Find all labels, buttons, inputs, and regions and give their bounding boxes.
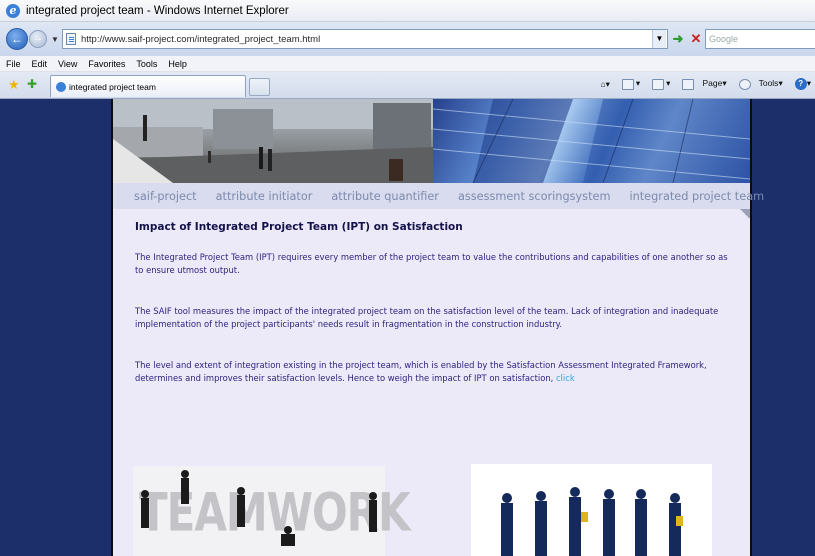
article: Impact of Integrated Project Team (IPT) …	[135, 221, 731, 413]
menu-bar: File Edit View Favorites Tools Help	[0, 56, 815, 72]
tools-menu-label: Tools	[758, 78, 779, 89]
site-nav: saif-project attribute initiator attribu…	[113, 183, 764, 209]
site-container: saif-project attribute initiator attribu…	[111, 99, 764, 556]
ie-logo-icon: e	[6, 3, 20, 18]
feeds-icon[interactable]: ▾	[616, 78, 640, 90]
menu-edit[interactable]: Edit	[32, 59, 48, 69]
help-menu[interactable]: ? ▾	[789, 78, 811, 90]
tab-integrated-project-team[interactable]: integrated project team	[50, 75, 246, 97]
menu-file[interactable]: File	[6, 59, 21, 69]
history-dropdown-icon[interactable]: ▼	[51, 35, 59, 44]
add-favorite-icon[interactable]: ✚	[27, 77, 37, 91]
click-link[interactable]: click	[556, 373, 575, 383]
tools-menu[interactable]: Tools▾	[733, 78, 783, 90]
paragraph-1: The Integrated Project Team (IPT) requir…	[135, 252, 728, 275]
teamwork-image: TEAMWORK	[133, 466, 411, 556]
go-icon[interactable]: ➜	[670, 30, 686, 48]
address-dropdown-icon[interactable]: ▼	[652, 30, 666, 48]
new-tab-button[interactable]	[249, 78, 270, 96]
nav-integrated-project-team[interactable]: integrated project team	[629, 190, 764, 203]
building-photo-art	[432, 99, 750, 183]
page-viewport: saif-project attribute initiator attribu…	[0, 99, 815, 556]
nav-assessment-scoringsystem[interactable]: assessment scoringsystem	[458, 190, 611, 203]
paragraph-3: The level and extent of integration exis…	[135, 359, 731, 385]
menu-favorites[interactable]: Favorites	[88, 59, 125, 69]
teamwork-figures	[141, 470, 377, 546]
window-title: integrated project team - Windows Intern…	[26, 4, 289, 17]
tab-row: ★ ✚ integrated project team ⌂▾ ▾ ▾ Page▾…	[0, 72, 815, 99]
menu-tools[interactable]: Tools	[136, 59, 157, 69]
print-icon[interactable]: ▾	[646, 78, 670, 90]
page-title: Impact of Integrated Project Team (IPT) …	[135, 221, 463, 233]
paragraph-2: The SAIF tool measures the impact of the…	[135, 306, 719, 329]
building-photo	[432, 99, 750, 183]
back-button[interactable]: ←	[6, 28, 28, 50]
plaza-photo-art	[113, 99, 433, 183]
paragraph-3-text: The level and extent of integration exis…	[135, 360, 707, 383]
page-menu-label: Page	[702, 78, 723, 89]
home-icon[interactable]: ⌂▾	[600, 79, 609, 90]
page-menu[interactable]: Page▾	[676, 78, 727, 90]
stop-icon[interactable]: ✕	[688, 30, 704, 48]
forward-button[interactable]: →	[29, 30, 47, 48]
nav-attribute-quantifier[interactable]: attribute quantifier	[331, 190, 439, 203]
address-row: ← → ▼ http://www.saif-project.com/integr…	[0, 22, 815, 56]
tab-label: integrated project team	[69, 81, 156, 92]
plaza-photo	[113, 99, 433, 183]
nav-attribute-initiator[interactable]: attribute initiator	[216, 190, 313, 203]
menu-view[interactable]: View	[58, 59, 77, 69]
nav-saif-project[interactable]: saif-project	[134, 190, 197, 203]
favorites-star-icon[interactable]: ★	[8, 77, 20, 93]
search-input[interactable]: Google	[705, 29, 815, 49]
business-silhouettes	[501, 487, 683, 556]
command-bar: ⌂▾ ▾ ▾ Page▾ Tools▾ ? ▾	[594, 78, 811, 90]
page-icon	[66, 33, 76, 45]
help-icon: ?	[794, 78, 807, 90]
tab-ie-icon	[56, 81, 66, 92]
menu-help[interactable]: Help	[168, 59, 187, 69]
header-banner	[113, 99, 750, 183]
corner-decoration	[740, 209, 750, 219]
business-team-image	[471, 464, 712, 556]
address-text: http://www.saif-project.com/integrated_p…	[81, 33, 321, 45]
address-bar[interactable]: http://www.saif-project.com/integrated_p…	[62, 29, 668, 49]
browser-window: e integrated project team - Windows Inte…	[0, 0, 815, 556]
title-bar: e integrated project team - Windows Inte…	[0, 0, 815, 22]
